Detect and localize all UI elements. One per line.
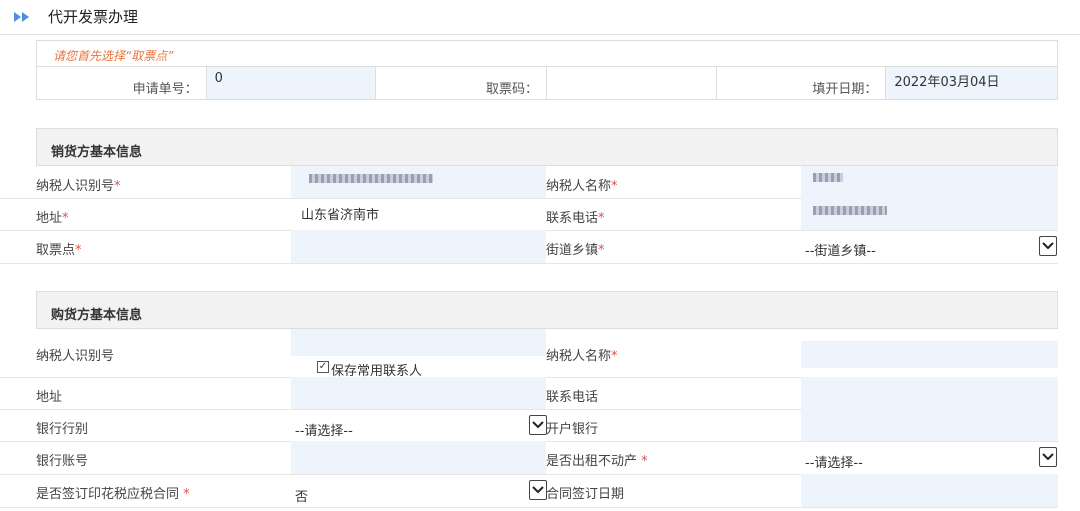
buyer-row-1: 纳税人识别号 ✓ 保存常用联系人 纳税人名称* [0,329,1058,379]
pickup-point-label: 取票点* [36,243,82,258]
ticket-code-label: 取票码： [376,67,548,99]
chevron-down-icon[interactable] [1039,236,1057,256]
notice-text: 请您首先选择“取票点” [36,40,1058,66]
street-label: 街道乡镇* [546,243,605,258]
buyer-taxpayer-id-cell: ✓ 保存常用联系人 [291,329,546,379]
apply-no-field[interactable]: 0 [206,67,377,99]
bank-type-select-value: --请选择-- [295,424,353,439]
buyer-address-field[interactable] [291,377,546,409]
bank-account-field[interactable] [291,441,546,474]
seller-taxpayer-name-field[interactable] [801,166,1058,198]
open-bank-label: 开户银行 [546,422,599,437]
street-select-value: --街道乡镇-- [805,244,876,259]
street-select[interactable]: --街道乡镇-- [801,230,1058,263]
bank-account-label: 银行账号 [36,454,89,469]
stamp-contract-label: 是否签订印花税应税合同 * [36,487,190,502]
seller-taxpayer-id-label: 纳税人识别号* [36,179,121,194]
redacted-value [813,206,887,215]
seller-phone-label: 联系电话* [546,211,605,226]
ticket-code-field[interactable] [547,67,717,99]
double-arrow-right-icon [14,12,29,22]
seller-address-label: 地址* [36,211,69,226]
buyer-section-header: 购货方基本信息 [36,291,1058,329]
seller-taxpayer-id-field[interactable] [291,166,546,198]
seller-taxpayer-name-label: 纳税人名称* [546,179,618,194]
buyer-phone-field[interactable] [801,377,1058,409]
fill-date-field[interactable]: 2022年03月04日 [886,67,1058,99]
request-info-row: 申请单号： 0 取票码： 填开日期： 2022年03月04日 [36,66,1058,100]
stamp-contract-select[interactable]: 否 [291,474,547,507]
buyer-row-5: 是否签订印花税应税合同 * 否 合同签订日期 [0,474,1058,508]
page-title: 代开发票办理 [48,8,139,26]
buyer-row-4: 银行账号 是否出租不动产 * --请选择-- [0,441,1058,475]
buyer-taxpayer-id-field[interactable] [291,329,546,356]
redacted-value [309,174,433,183]
seller-address-field[interactable]: 山东省济南市 [291,198,546,230]
seller-row-3: 取票点* 街道乡镇* --街道乡镇-- [0,230,1058,264]
seller-section-header: 销货方基本信息 [36,128,1058,166]
title-divider [0,34,1080,35]
buyer-phone-label: 联系电话 [546,390,599,405]
buyer-taxpayer-name-label: 纳税人名称* [546,349,618,364]
buyer-row-2: 地址 联系电话 [0,377,1058,410]
pickup-point-field[interactable] [291,230,546,263]
rent-property-label: 是否出租不动产 * [546,454,648,469]
chevron-down-icon[interactable] [529,480,547,500]
redacted-value [813,173,843,182]
save-contact-checkbox[interactable]: ✓ [317,361,329,373]
buyer-row-3: 银行行别 --请选择-- 开户银行 [0,409,1058,442]
open-bank-field[interactable] [801,409,1058,441]
buyer-address-label: 地址 [36,390,63,405]
buyer-taxpayer-name-field[interactable] [801,341,1058,368]
contract-date-label: 合同签订日期 [546,487,625,502]
chevron-down-icon[interactable] [1039,447,1057,467]
bank-type-label: 银行行别 [36,422,89,437]
contract-date-field[interactable] [801,474,1058,507]
stamp-contract-select-value: 否 [295,490,309,505]
seller-row-1: 纳税人识别号* 纳税人名称* [0,166,1058,199]
rent-property-select[interactable]: --请选择-- [801,441,1058,474]
bank-type-select[interactable]: --请选择-- [291,409,547,441]
buyer-taxpayer-name-cell [801,329,1058,377]
seller-phone-field[interactable] [801,198,1058,230]
rent-property-select-value: --请选择-- [805,456,863,471]
chevron-down-icon[interactable] [529,415,547,435]
buyer-taxpayer-id-label: 纳税人识别号 [36,349,115,364]
fill-date-label: 填开日期： [717,67,887,99]
seller-row-2: 地址* 山东省济南市 联系电话* [0,198,1058,231]
apply-no-label: 申请单号： [37,67,207,99]
